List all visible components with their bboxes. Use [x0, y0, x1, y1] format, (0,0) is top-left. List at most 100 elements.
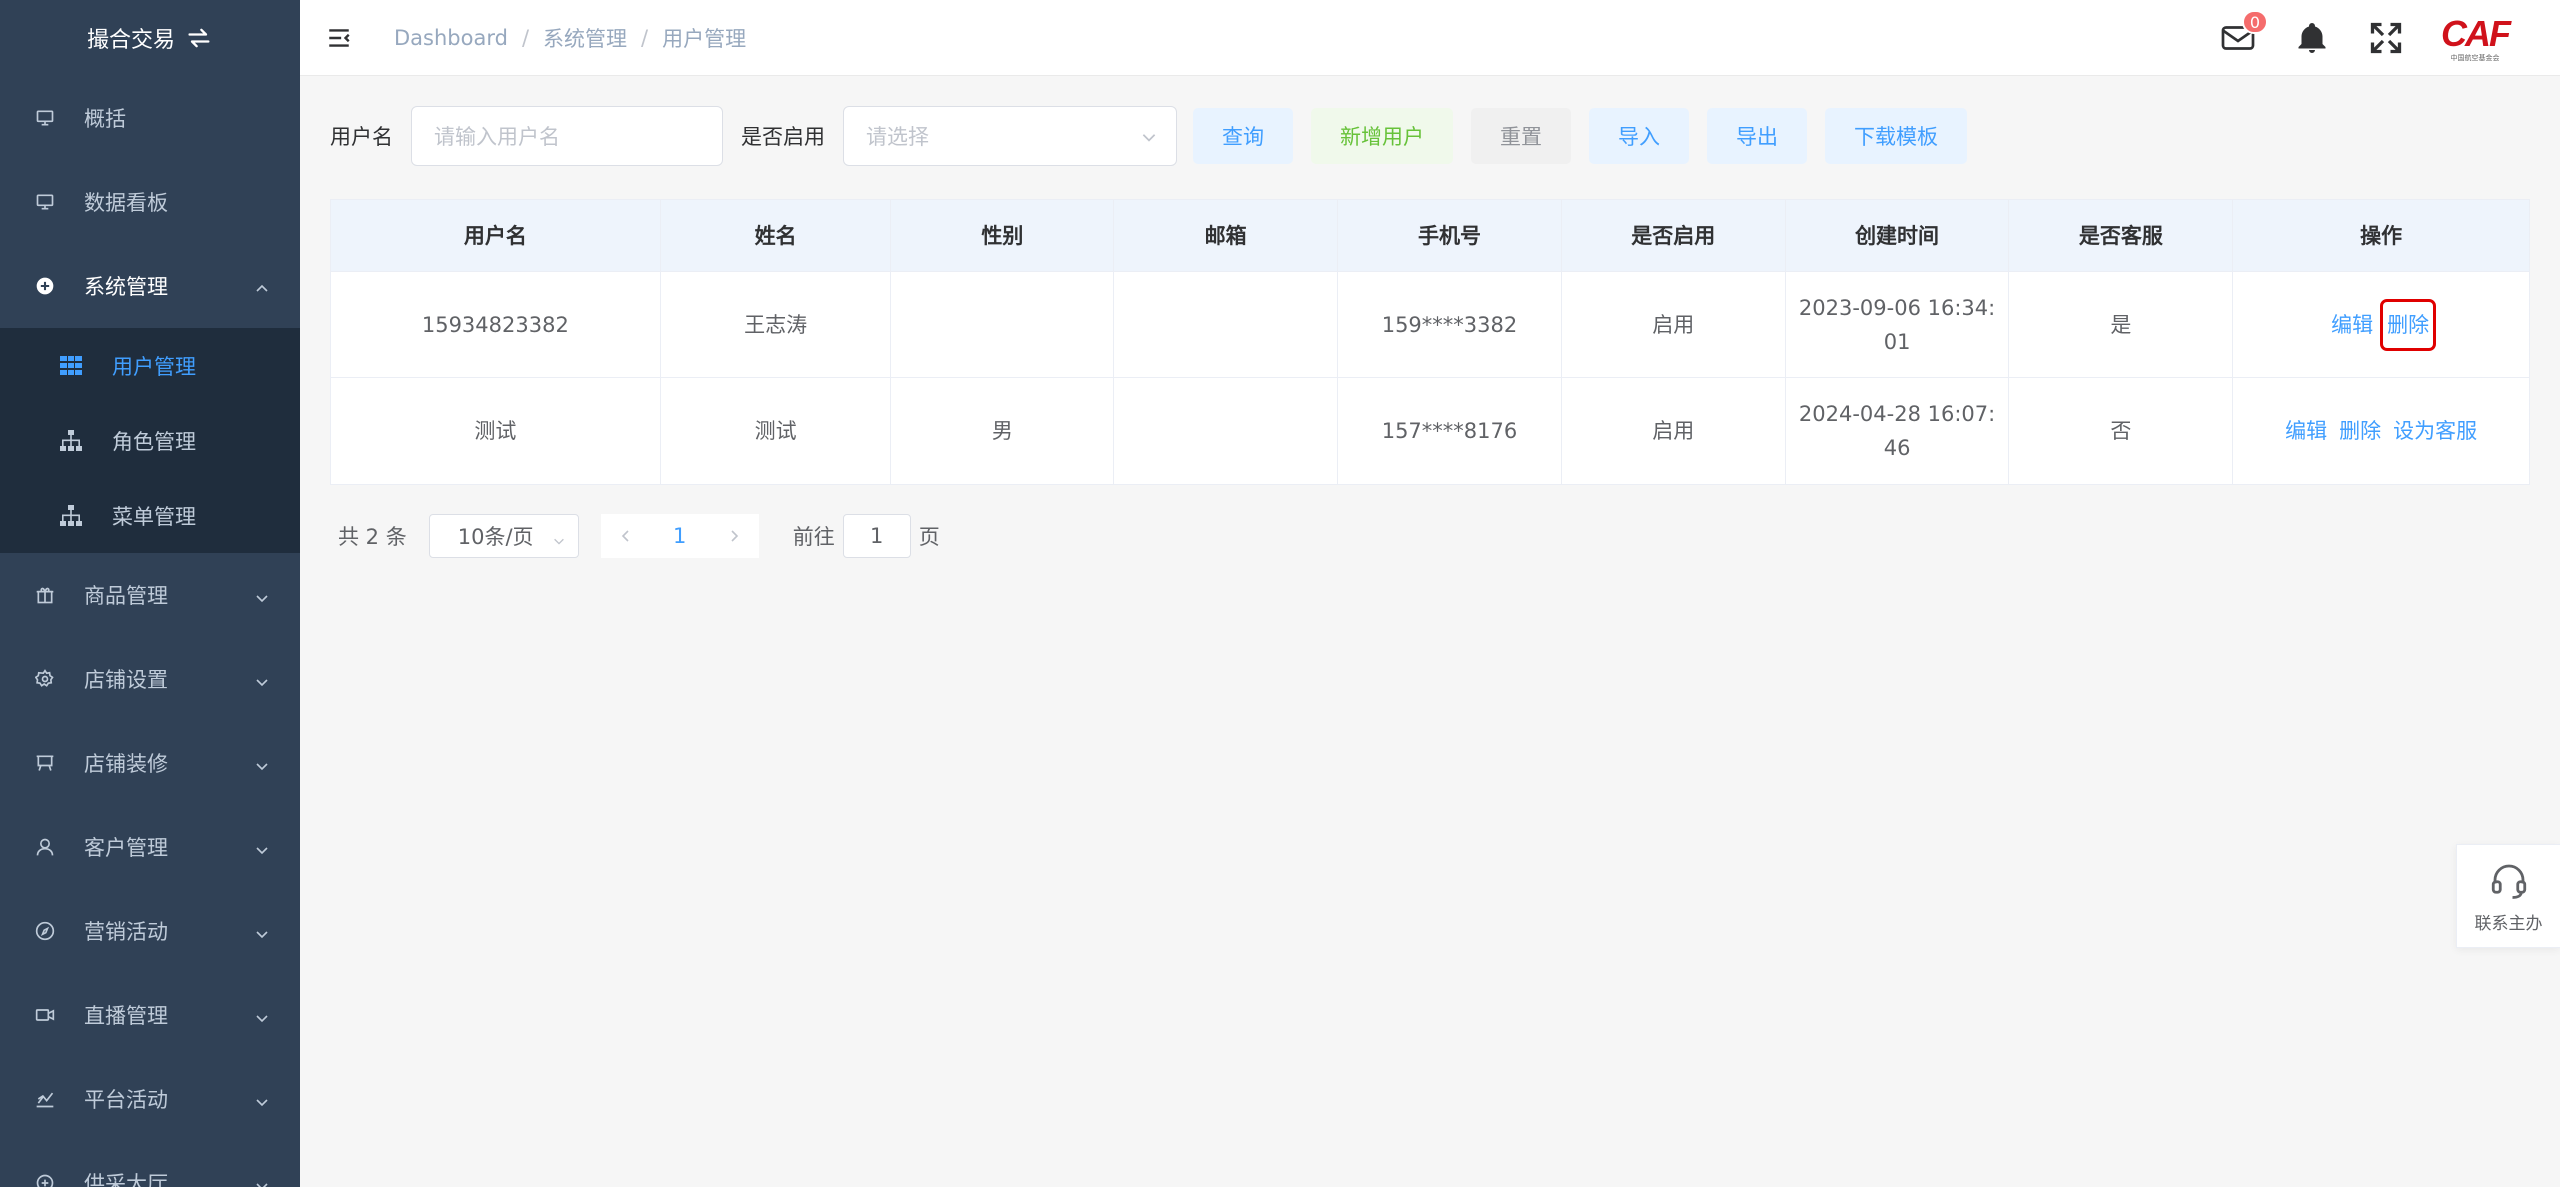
sidebar-item-platform-activity[interactable]: 平台活动	[0, 1057, 300, 1141]
prev-page-button[interactable]	[600, 514, 651, 558]
sidebar-item-menu-management[interactable]: 菜单管理	[0, 478, 300, 553]
mail-button[interactable]: 0	[2218, 10, 2268, 58]
chevron-down-icon	[254, 587, 270, 603]
column-header: 用户名	[331, 200, 661, 271]
table-header: 用户名 姓名 性别 邮箱 手机号 是否启用 创建时间 是否客服 操作	[331, 200, 2529, 272]
fullscreen-button[interactable]	[2366, 18, 2406, 58]
page-number-current[interactable]: 1	[650, 514, 709, 558]
edit-link[interactable]: 编辑	[2285, 414, 2327, 448]
column-header: 手机号	[1338, 200, 1562, 271]
add-user-button[interactable]: 新增用户	[1311, 108, 1453, 164]
sidebar-item-store-settings[interactable]: 店铺设置	[0, 637, 300, 721]
edit-link[interactable]: 编辑	[2331, 308, 2373, 342]
sidebar-item-label: 平台活动	[84, 1088, 168, 1112]
page-size-value: 10条/页	[457, 525, 534, 549]
cell-gender	[891, 272, 1115, 377]
sidebar-item-overview[interactable]: 概括	[0, 76, 300, 160]
bell-icon	[2298, 23, 2326, 53]
sidebar-item-dashboard[interactable]: 数据看板	[0, 160, 300, 244]
column-header: 创建时间	[1786, 200, 2010, 271]
column-header: 性别	[891, 200, 1115, 271]
cell-email	[1114, 272, 1339, 377]
pagination: 共 2 条 10条/页 1 前往 1 页	[338, 514, 940, 558]
cell-email	[1114, 378, 1339, 484]
breadcrumb-system[interactable]: 系统管理	[543, 23, 627, 53]
fullscreen-icon	[2370, 22, 2402, 54]
sidebar-item-label: 系统管理	[84, 275, 168, 299]
tree-icon	[58, 428, 84, 454]
cell-username: 15934823382	[331, 272, 661, 377]
reset-button[interactable]: 重置	[1471, 108, 1571, 164]
delete-link[interactable]: 删除	[2339, 414, 2381, 448]
sidebar-item-customers[interactable]: 客户管理	[0, 805, 300, 889]
sidebar-item-live[interactable]: 直播管理	[0, 973, 300, 1057]
chevron-right-icon	[731, 530, 738, 542]
cell-enabled: 启用	[1562, 378, 1786, 484]
query-button[interactable]: 查询	[1193, 108, 1293, 164]
enabled-select-placeholder: 请选择	[866, 125, 929, 149]
top-header: Dashboard / 系统管理 / 用户管理 0 CAF 中国航空基金会	[300, 0, 2560, 76]
sidebar-logo[interactable]: 撮合交易	[0, 0, 300, 76]
chevron-down-icon	[1140, 127, 1158, 145]
hamburger-icon[interactable]	[324, 23, 354, 53]
mail-badge: 0	[2241, 10, 2268, 34]
cell-created: 2023-09-06 16:34:01	[1786, 272, 2010, 377]
sidebar-item-label: 概括	[84, 107, 126, 131]
chevron-down-icon	[254, 755, 270, 771]
gear-icon	[34, 668, 56, 690]
sidebar-item-marketing[interactable]: 营销活动	[0, 889, 300, 973]
chevron-down-icon	[254, 671, 270, 687]
pagination-total: 共 2 条	[338, 525, 407, 549]
tree-icon	[58, 503, 84, 529]
goto-suffix: 页	[918, 525, 940, 549]
plus-circle-icon	[34, 275, 56, 297]
brand-logo[interactable]: CAF 中国航空基金会	[2440, 8, 2511, 68]
username-input[interactable]: 请输入用户名	[411, 106, 723, 166]
breadcrumb-dashboard[interactable]: Dashboard	[394, 26, 508, 50]
cell-created: 2024-04-28 16:07:46	[1786, 378, 2010, 484]
sidebar-item-system[interactable]: 系统管理	[0, 244, 300, 328]
column-header: 是否启用	[1562, 200, 1786, 271]
sidebar-item-label: 菜单管理	[112, 504, 196, 529]
monitor-icon	[34, 107, 56, 129]
column-header: 邮箱	[1114, 200, 1339, 271]
sidebar-item-products[interactable]: 商品管理	[0, 553, 300, 637]
sidebar-item-label: 角色管理	[112, 429, 196, 454]
sidebar-item-label: 用户管理	[112, 354, 196, 379]
sidebar-item-user-management[interactable]: 用户管理	[0, 328, 300, 403]
sidebar-item-label: 店铺装修	[84, 752, 168, 776]
sidebar-item-label: 商品管理	[84, 584, 168, 608]
sidebar-item-label: 店铺设置	[84, 668, 168, 692]
chevron-down-icon	[254, 1007, 270, 1023]
goto-page-input[interactable]: 1	[842, 514, 911, 558]
cell-is-service: 是	[2009, 272, 2234, 377]
chart-icon	[34, 1088, 56, 1110]
delete-link[interactable]: 删除	[2380, 298, 2437, 351]
breadcrumb: Dashboard / 系统管理 / 用户管理	[394, 23, 746, 53]
table-row: 测试 测试 男 157****8176 启用 2024-04-28 16:07:…	[331, 378, 2529, 484]
sidebar-item-role-management[interactable]: 角色管理	[0, 403, 300, 478]
cell-is-service: 否	[2009, 378, 2234, 484]
contact-organizer-button[interactable]: 联系主办	[2456, 844, 2560, 948]
video-icon	[34, 1004, 56, 1026]
brand-logo-subtext: 中国航空基金会	[2450, 54, 2500, 62]
enabled-select[interactable]: 请选择	[843, 106, 1177, 166]
brand-logo-text: CAF	[2441, 13, 2511, 54]
import-button[interactable]: 导入	[1589, 108, 1689, 164]
download-template-button[interactable]: 下载模板	[1825, 108, 1967, 164]
set-service-link[interactable]: 设为客服	[2393, 414, 2477, 448]
page-size-select[interactable]: 10条/页	[428, 514, 579, 558]
enabled-label: 是否启用	[741, 125, 825, 149]
hall-icon	[34, 1172, 56, 1187]
notification-button[interactable]	[2292, 18, 2332, 58]
sidebar-item-label: 直播管理	[84, 1004, 168, 1028]
export-button[interactable]: 导出	[1707, 108, 1807, 164]
cell-username: 测试	[331, 378, 661, 484]
sidebar-item-procurement-hall[interactable]: 供采大厅	[0, 1141, 300, 1187]
chevron-down-icon	[254, 839, 270, 855]
sidebar-item-store-decoration[interactable]: 店铺装修	[0, 721, 300, 805]
next-page-button[interactable]	[708, 514, 759, 558]
table-row: 15934823382 王志涛 159****3382 启用 2023-09-0…	[331, 272, 2529, 378]
breadcrumb-current: 用户管理	[662, 26, 747, 51]
monitor-icon	[34, 191, 56, 213]
